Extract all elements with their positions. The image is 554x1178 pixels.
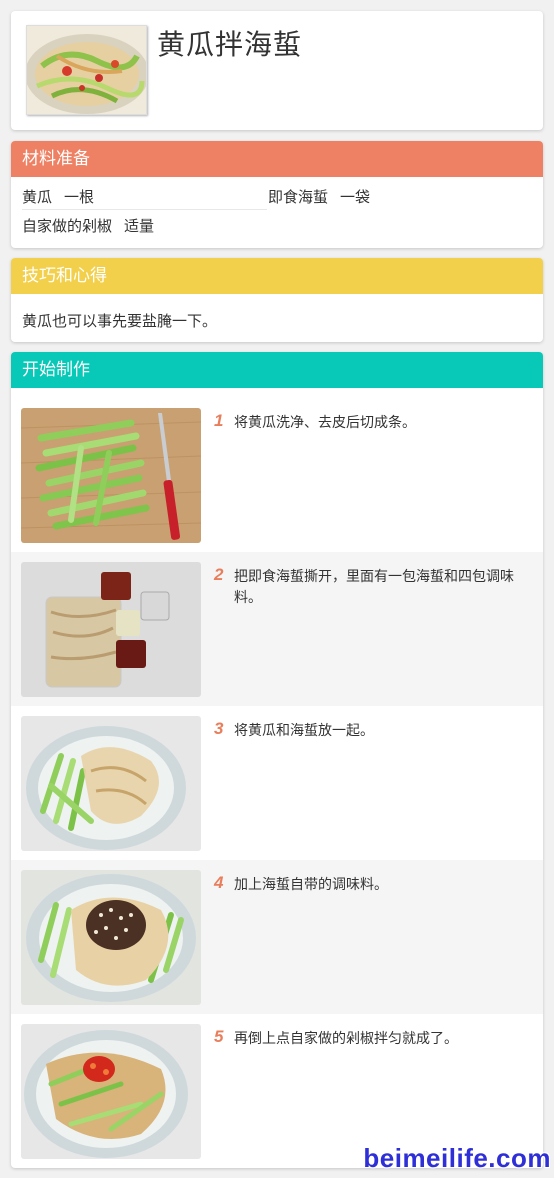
step-number: 3 <box>214 719 224 738</box>
recipe-title: 黄瓜拌海蜇 <box>157 28 303 61</box>
step-text: 再倒上点自家做的剁椒拌匀就成了。 <box>234 1031 458 1047</box>
ingredients-card: 材料准备 黄瓜 一根 即食海蜇 一袋 自家做的剁椒 适量 <box>11 141 543 248</box>
steps-card: 开始制作 1 将黄瓜洗净、去皮后切成条。 2 把即食海蜇撕开，里面有一包海蜇和四… <box>11 352 543 1168</box>
site-watermark: beimeilife.com <box>363 1143 551 1173</box>
ingredients-header: 材料准备 <box>11 141 543 177</box>
ingredient-amount: 一根 <box>64 188 95 206</box>
step-number: 4 <box>214 873 224 892</box>
ingredient-amount: 适量 <box>124 217 155 235</box>
tips-text: 黄瓜也可以事先要盐腌一下。 <box>22 312 218 330</box>
step-text: 把即食海蜇撕开，里面有一包海蜇和四包调味料。 <box>234 569 514 606</box>
recipe-thumbnail <box>26 25 147 115</box>
ingredient-item: 黄瓜 一根 <box>22 186 94 207</box>
step-photo <box>21 408 201 543</box>
tips-card: 技巧和心得 黄瓜也可以事先要盐腌一下。 <box>11 258 543 342</box>
step-number: 2 <box>214 565 224 584</box>
step-text: 将黄瓜洗净、去皮后切成条。 <box>234 415 416 431</box>
ingredient-item: 自家做的剁椒 适量 <box>22 215 154 236</box>
divider <box>22 209 267 210</box>
step-photo <box>21 1024 201 1159</box>
ingredient-name: 即食海蜇 <box>268 188 329 206</box>
step-item: 4 加上海蜇自带的调味料。 <box>11 860 543 1014</box>
step-photo <box>21 870 201 1005</box>
step-text: 加上海蜇自带的调味料。 <box>234 877 388 893</box>
ingredient-name: 黄瓜 <box>22 188 53 206</box>
step-photo <box>21 716 201 851</box>
step-item: 2 把即食海蜇撕开，里面有一包海蜇和四包调味料。 <box>11 552 543 706</box>
ingredient-amount: 一袋 <box>340 188 371 206</box>
step-item: 3 将黄瓜和海蜇放一起。 <box>11 706 543 860</box>
recipe-header-card: 黄瓜拌海蜇 <box>11 11 543 130</box>
step-number: 1 <box>214 411 224 430</box>
steps-header: 开始制作 <box>11 352 543 388</box>
ingredient-item: 即食海蜇 一袋 <box>268 186 370 207</box>
tips-header: 技巧和心得 <box>11 258 543 294</box>
step-item: 1 将黄瓜洗净、去皮后切成条。 <box>11 398 543 552</box>
step-photo <box>21 562 201 697</box>
step-text: 将黄瓜和海蜇放一起。 <box>234 723 374 739</box>
ingredient-name: 自家做的剁椒 <box>22 217 113 235</box>
step-number: 5 <box>214 1027 224 1046</box>
